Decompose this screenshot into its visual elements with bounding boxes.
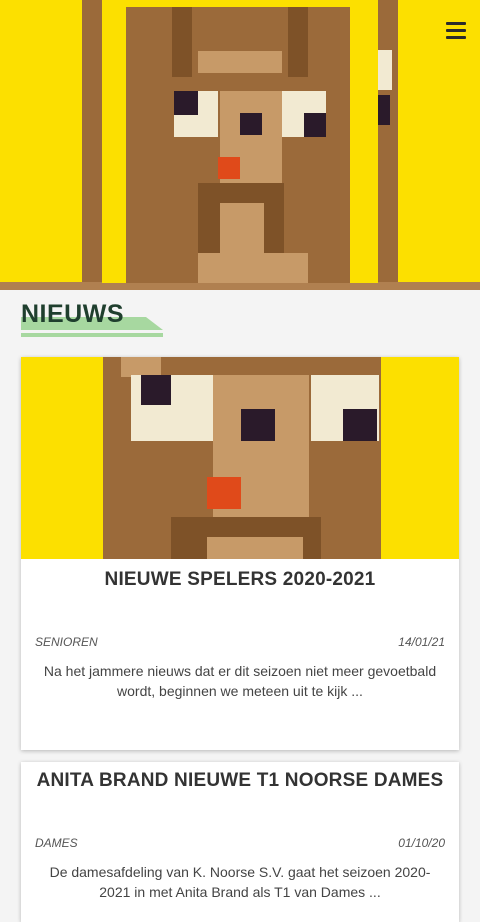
- pixel-dog-mascot-icon: [102, 7, 378, 283]
- news-card[interactable]: NIEUWE SPELERS 2020-2021 SENIOREN 14/01/…: [21, 357, 459, 750]
- section-heading: NIEUWS: [21, 300, 163, 340]
- news-card-category: SENIOREN: [35, 635, 98, 649]
- news-card-date: 01/10/20: [398, 836, 445, 850]
- news-card-title[interactable]: ANITA BRAND NIEUWE T1 NOORSE DAMES: [21, 770, 459, 792]
- page-title: NIEUWS: [21, 300, 124, 328]
- news-card-meta: SENIOREN 14/01/21: [21, 635, 459, 649]
- club-logo: [102, 7, 378, 283]
- news-card[interactable]: ANITA BRAND NIEUWE T1 NOORSE DAMES DAMES…: [21, 762, 459, 922]
- heading-accent-line: [21, 333, 163, 337]
- news-card-excerpt: Na het jammere nieuws dat er dit seizoen…: [43, 663, 437, 699]
- news-card-category: DAMES: [35, 836, 78, 850]
- news-card-image[interactable]: [21, 357, 459, 559]
- news-card-title[interactable]: NIEUWE SPELERS 2020-2021: [21, 569, 459, 591]
- news-card-meta: DAMES 01/10/20: [21, 836, 459, 850]
- pixel-dog-mascot-icon: [21, 357, 459, 559]
- news-card-excerpt: De damesafdeling van K. Noorse S.V. gaat…: [49, 864, 431, 900]
- hamburger-menu-icon[interactable]: [446, 22, 466, 40]
- news-card-date: 14/01/21: [398, 635, 445, 649]
- hero-banner: [0, 0, 480, 290]
